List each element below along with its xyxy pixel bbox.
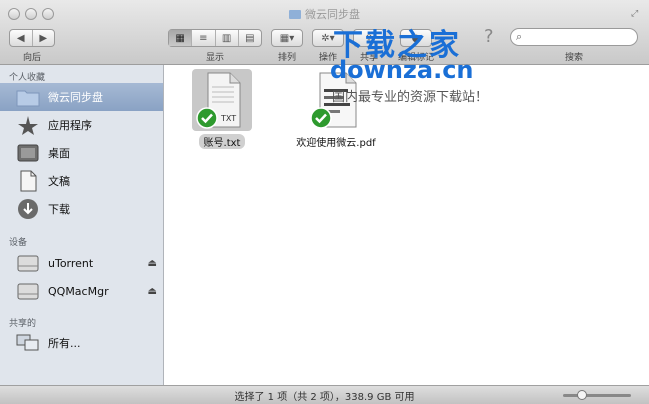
finder-window: 微云同步盘 ⤢ ◀ ▶ 向后 ▦ ≡ ▥ ▤ 显示 ▦▾ 排列 ✲▾ 操作 ⇪ … (0, 0, 649, 404)
help-icon[interactable]: ? (484, 26, 494, 47)
icon-view-button[interactable]: ▦ (169, 30, 193, 46)
folder-icon (289, 10, 301, 19)
sidebar-item-all-shared[interactable]: 所有... (0, 329, 163, 357)
devices-header: 设备 (9, 238, 28, 248)
sidebar-item-desktop[interactable]: 桌面 (0, 139, 163, 167)
back-forward-control: ◀ ▶ (9, 29, 55, 47)
applications-icon (18, 116, 38, 135)
arrange-button[interactable]: ▦▾ (271, 29, 303, 47)
shared-header: 共享的 (9, 319, 37, 329)
file-name: 账号.txt (198, 134, 246, 149)
downloads-icon (18, 199, 38, 219)
eject-icon[interactable]: ⏏ (148, 258, 157, 269)
file-browser: TXT 账号.txt 欢迎使用微云.pdf downza.cn 国内最专业的资源… (164, 56, 649, 385)
search-field[interactable]: ⌕ (510, 28, 638, 46)
window-title: 微云同步盘 (0, 6, 649, 22)
icon-size-slider-track[interactable] (563, 394, 631, 397)
disk-icon (17, 255, 39, 272)
list-view-button[interactable]: ≡ (192, 30, 216, 46)
search-icon: ⌕ (516, 30, 523, 43)
sidebar-item-qqmacmgr[interactable]: QQMacMgr ⏏ (0, 277, 163, 305)
network-icon (16, 334, 39, 351)
txt-badge: TXT (220, 114, 236, 123)
arrange-icon: ▦▾ (279, 32, 295, 44)
eject-icon[interactable]: ⏏ (148, 286, 157, 297)
coverflow-view-button[interactable]: ▤ (239, 30, 261, 46)
sidebar-item-downloads[interactable]: 下载 (0, 195, 163, 223)
folder-icon (16, 90, 40, 107)
documents-icon (20, 170, 37, 192)
sidebar-item-utorrent[interactable]: uTorrent ⏏ (0, 249, 163, 277)
watermark-slogan: 国内最专业的资源下载站！ (332, 90, 489, 105)
sidebar: 个人收藏 微云同步盘 应用程序 桌面 文稿 下载 设备 uTorrent ⏏ Q… (0, 65, 164, 385)
fullscreen-icon[interactable]: ⤢ (631, 9, 641, 19)
search-input[interactable] (529, 30, 633, 45)
disk-icon (17, 283, 39, 300)
watermark-url: downza.cn (330, 56, 474, 84)
file-selection-highlight: TXT (192, 69, 252, 131)
sidebar-item-weiyun[interactable]: 微云同步盘 (0, 83, 163, 111)
sync-check-icon (196, 107, 218, 129)
forward-button[interactable]: ▶ (33, 30, 55, 46)
file-name: 欢迎使用微云.pdf (296, 138, 376, 149)
back-button[interactable]: ◀ (10, 30, 33, 46)
toolbar: 微云同步盘 ⤢ ◀ ▶ 向后 ▦ ≡ ▥ ▤ 显示 ▦▾ 排列 ✲▾ 操作 ⇪ … (0, 0, 649, 65)
icon-size-slider-knob[interactable] (577, 390, 587, 400)
status-text: 选择了 1 项（共 2 项），338.9 GB 可用 (234, 392, 415, 403)
view-label: 显示 (205, 53, 224, 63)
sidebar-item-documents[interactable]: 文稿 (0, 167, 163, 195)
column-view-button[interactable]: ▥ (216, 30, 239, 46)
arrange-label: 排列 (277, 53, 296, 63)
status-bar: 选择了 1 项（共 2 项），338.9 GB 可用 (0, 385, 649, 404)
desktop-icon (17, 144, 39, 162)
sidebar-item-applications[interactable]: 应用程序 (0, 111, 163, 139)
sync-check-icon (310, 107, 332, 129)
search-label: 搜索 (564, 53, 583, 63)
view-mode-control: ▦ ≡ ▥ ▤ (168, 29, 262, 47)
favorites-header: 个人收藏 (9, 73, 46, 83)
file-item-txt[interactable]: TXT 账号.txt (174, 69, 270, 150)
back-label: 向后 (22, 53, 41, 63)
